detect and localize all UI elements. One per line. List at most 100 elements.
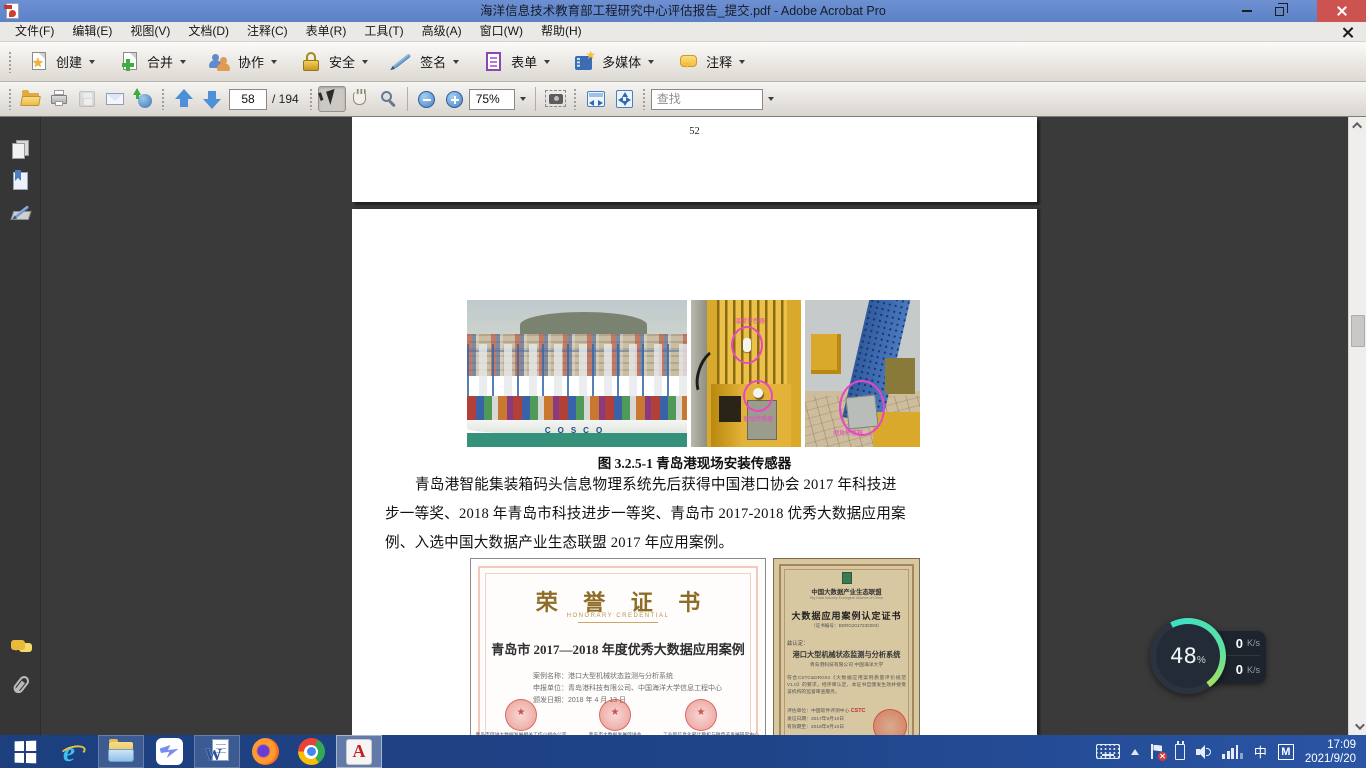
menu-edit[interactable]: 编辑(E)	[63, 22, 121, 41]
cstc-logo: CSTC	[851, 708, 866, 714]
scroll-down-button[interactable]	[1349, 718, 1366, 735]
multimedia-icon	[572, 50, 596, 74]
scroll-up-button[interactable]	[1349, 117, 1366, 134]
acrobat-window: 海洋信息技术教育部工程研究中心评估报告_提交.pdf - Adobe Acrob…	[0, 0, 1366, 768]
menu-window[interactable]: 窗口(W)	[471, 22, 532, 41]
multimedia-button[interactable]: 多媒体	[563, 46, 663, 78]
taskbar-acrobat-active[interactable]: A	[336, 735, 382, 768]
marquee-zoom-button[interactable]	[374, 86, 402, 112]
certificate-line: 案例名称：港口大型机械状态监测与分析系统	[533, 671, 673, 681]
certificate-label: 兹认定：	[787, 639, 809, 647]
touch-keyboard-icon[interactable]	[1096, 744, 1120, 759]
fit-page-button[interactable]	[610, 86, 638, 112]
email-button[interactable]	[101, 86, 129, 112]
comment-bubble-icon	[676, 50, 700, 74]
clock[interactable]: 17:09 2021/9/20	[1305, 738, 1356, 766]
folder-open-icon	[19, 87, 43, 111]
taskbar-internet-explorer[interactable]: e	[50, 735, 96, 768]
forms-button[interactable]: 表单	[472, 46, 559, 78]
combine-button[interactable]: 合并	[108, 46, 195, 78]
close-document-icon[interactable]	[1342, 26, 1354, 38]
print-button[interactable]	[45, 86, 73, 112]
attachments-panel-icon[interactable]	[4, 668, 38, 702]
close-button[interactable]	[1317, 0, 1366, 22]
show-hidden-icons-icon[interactable]	[1131, 749, 1139, 755]
certificate-org-en: Big Data Industry Ecological Alliance of…	[774, 596, 919, 600]
speed-monitor-widget[interactable]: 0 K/s 0 K/s 48 %	[1150, 618, 1268, 696]
create-button[interactable]: 创建	[17, 46, 104, 78]
collaborate-button[interactable]: 协作	[199, 46, 286, 78]
toolbar-grip[interactable]	[642, 88, 647, 110]
snapshot-button[interactable]	[541, 86, 569, 112]
menu-document[interactable]: 文档(D)	[179, 22, 238, 41]
pdf-page-52: 52	[352, 117, 1037, 202]
open-button[interactable]	[17, 86, 45, 112]
minimize-button[interactable]	[1232, 0, 1262, 22]
pages-panel-icon[interactable]	[9, 138, 33, 162]
taskbar-firefox[interactable]	[242, 735, 288, 768]
zoom-level-value[interactable]: 75%	[469, 89, 515, 110]
body-text-line: 步一等奖、2018 年青岛市科技进步一等奖、青岛市 2017-2018 优秀大数…	[385, 502, 945, 523]
acrobat-icon: A	[346, 739, 372, 765]
taskbar-thunder[interactable]	[146, 735, 192, 768]
file-navigation-toolbar: / 194 75%	[0, 82, 1366, 117]
signatures-panel-icon[interactable]	[9, 202, 33, 226]
network-signal-icon[interactable]	[1222, 744, 1242, 759]
vertical-scrollbar[interactable]	[1348, 117, 1366, 735]
toolbar-grip[interactable]	[8, 51, 13, 73]
taskbar-word[interactable]: W	[194, 735, 240, 768]
comment-button[interactable]: 注释	[667, 46, 754, 78]
power-icon[interactable]	[1175, 744, 1185, 760]
arrow-up-icon	[175, 89, 193, 109]
forms-label: 表单	[511, 52, 537, 71]
sign-button[interactable]: 签名	[381, 46, 468, 78]
find-input[interactable]	[651, 89, 763, 110]
start-button[interactable]	[0, 735, 50, 768]
ime-language-indicator[interactable]: 中	[1254, 742, 1267, 761]
fit-width-button[interactable]	[582, 86, 610, 112]
zoom-dropdown-arrow[interactable]	[515, 89, 530, 110]
menu-view[interactable]: 视图(V)	[121, 22, 179, 41]
scrollbar-thumb[interactable]	[1351, 315, 1365, 347]
download-speed-unit: K/s	[1247, 665, 1260, 675]
magnifier-icon	[376, 87, 400, 111]
bookmarks-panel-icon[interactable]	[9, 170, 33, 194]
comments-panel-icon[interactable]	[9, 635, 33, 659]
restore-button[interactable]	[1264, 0, 1294, 22]
menu-forms[interactable]: 表单(R)	[297, 22, 356, 41]
plus-icon	[446, 91, 463, 108]
upload-share-button[interactable]	[129, 86, 157, 112]
ime-mode-indicator[interactable]: M	[1278, 744, 1294, 760]
tasks-toolbar: 创建 合并 协作 安全 签名 表单 多媒体 注释	[0, 42, 1366, 82]
toolbar-grip[interactable]	[573, 88, 578, 110]
create-label: 创建	[56, 52, 82, 71]
memory-usage-gauge[interactable]: 48 %	[1150, 618, 1226, 694]
menu-tools[interactable]: 工具(T)	[355, 22, 412, 41]
body-text-line: 青岛港智能集装箱码头信息物理系统先后获得中国港口协会 2017 年科技进	[385, 473, 945, 494]
menu-help[interactable]: 帮助(H)	[532, 22, 591, 41]
chevron-up-icon	[1352, 122, 1362, 132]
taskbar-chrome[interactable]	[288, 735, 334, 768]
select-cursor-icon	[320, 87, 344, 111]
multimedia-label: 多媒体	[602, 52, 641, 71]
toolbar-grip[interactable]	[8, 88, 13, 110]
toolbar-grip[interactable]	[161, 88, 166, 110]
toolbar-grip[interactable]	[309, 88, 314, 110]
secure-button[interactable]: 安全	[290, 46, 377, 78]
menu-advanced[interactable]: 高级(A)	[413, 22, 471, 41]
menu-file[interactable]: 文件(F)	[6, 22, 63, 41]
hand-tool-button[interactable]	[346, 86, 374, 112]
page-number-input[interactable]	[229, 89, 267, 110]
zoom-in-button[interactable]	[441, 86, 469, 112]
pen-sign-icon	[390, 50, 414, 74]
save-button[interactable]	[73, 86, 101, 112]
action-center-flag-icon[interactable]	[1150, 744, 1164, 760]
zoom-out-button[interactable]	[413, 86, 441, 112]
taskbar-file-explorer[interactable]	[98, 735, 144, 768]
speaker-icon[interactable]	[1196, 745, 1211, 759]
menu-comments[interactable]: 注释(C)	[238, 22, 297, 41]
next-page-button[interactable]	[198, 86, 226, 112]
select-tool-button[interactable]	[318, 86, 346, 112]
find-dropdown-arrow[interactable]	[763, 89, 778, 110]
previous-page-button[interactable]	[170, 86, 198, 112]
